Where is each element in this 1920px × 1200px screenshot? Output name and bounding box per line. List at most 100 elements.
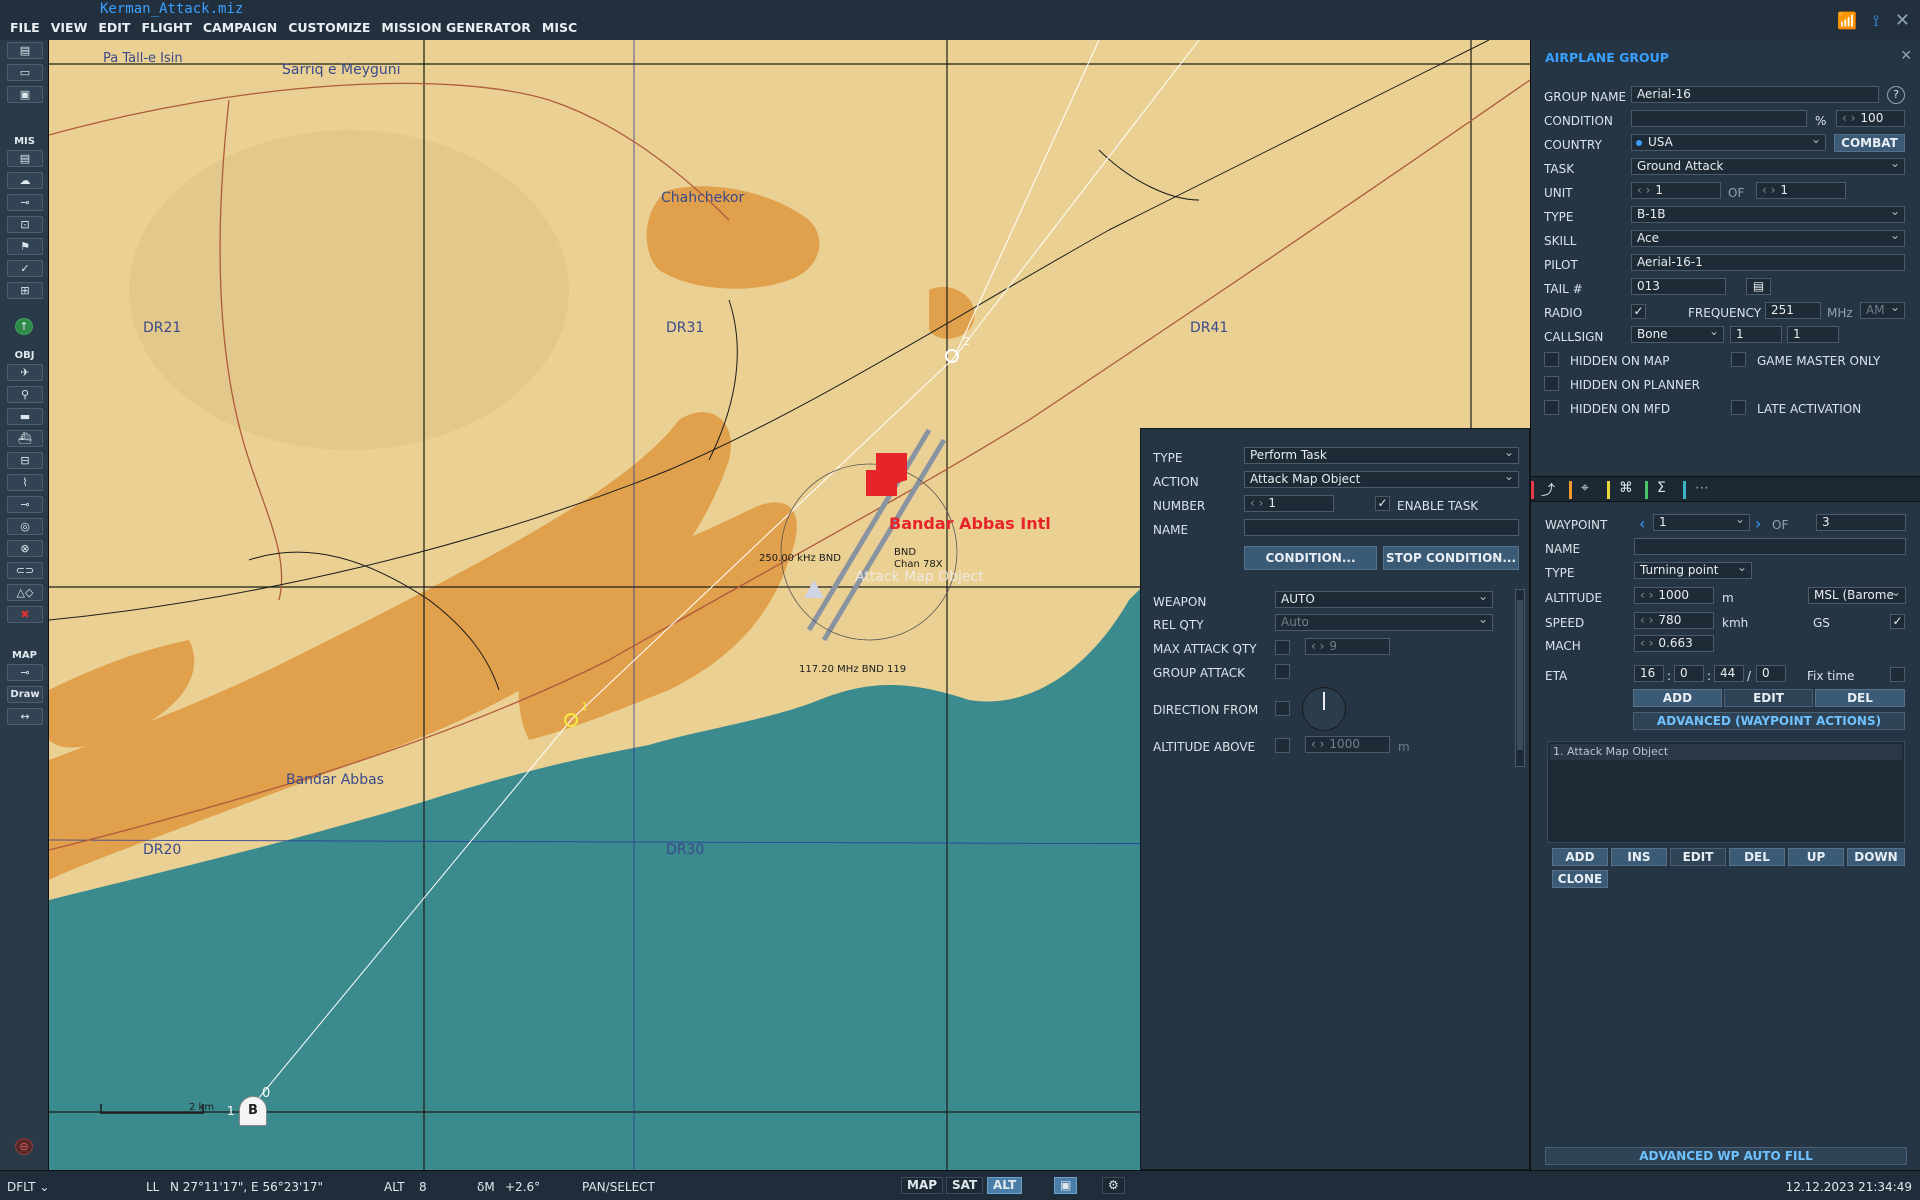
mach-spinner[interactable]: 0.663 bbox=[1634, 635, 1714, 652]
eta-days[interactable]: 0 bbox=[1756, 665, 1786, 682]
callsign-number-2[interactable]: 1 bbox=[1787, 326, 1839, 343]
menu-file[interactable]: FILE bbox=[10, 20, 40, 35]
ship-icon[interactable]: ⛴ bbox=[7, 430, 43, 447]
late-activation-checkbox[interactable] bbox=[1731, 400, 1746, 415]
fortification-icon[interactable]: ⌇ bbox=[7, 474, 43, 491]
task-name-input[interactable] bbox=[1244, 519, 1519, 536]
game-master-only-checkbox[interactable] bbox=[1731, 352, 1746, 367]
delete-icon[interactable]: ✖ bbox=[7, 606, 43, 623]
direction-from-checkbox[interactable] bbox=[1275, 701, 1290, 716]
weapon-select[interactable]: AUTO bbox=[1275, 591, 1493, 608]
settings-icon[interactable]: ⚙ bbox=[1102, 1177, 1125, 1194]
hidden-on-planner-checkbox[interactable] bbox=[1544, 376, 1559, 391]
wp-type-select[interactable]: Turning point bbox=[1634, 562, 1752, 579]
options-icon[interactable]: ⊡ bbox=[7, 216, 43, 233]
country-select[interactable]: USA bbox=[1631, 134, 1826, 151]
wp-name-input[interactable] bbox=[1634, 538, 1906, 555]
eta-minutes[interactable]: 0 bbox=[1674, 665, 1704, 682]
task-action-select[interactable]: Attack Map Object bbox=[1244, 471, 1519, 488]
wp-add-button[interactable]: ADD bbox=[1633, 689, 1722, 707]
ruler-icon[interactable]: ⊸ bbox=[7, 664, 43, 681]
tail-input[interactable]: 013 bbox=[1631, 278, 1726, 295]
up-arrow-icon[interactable]: ↑ bbox=[15, 318, 33, 335]
modulation-select[interactable]: AM bbox=[1860, 302, 1905, 319]
waypoint-select[interactable]: 1 bbox=[1653, 514, 1750, 531]
zone-icon[interactable]: ◎ bbox=[7, 518, 43, 535]
menu-view[interactable]: VIEW bbox=[51, 20, 88, 35]
summary-tab-icon[interactable]: Σ bbox=[1657, 480, 1666, 496]
shapes-icon[interactable]: △◇ bbox=[7, 584, 43, 601]
close-panel-icon[interactable]: ✕ bbox=[1900, 48, 1912, 64]
max-attack-qty-checkbox[interactable] bbox=[1275, 640, 1290, 655]
altitude-above-spinner[interactable]: 1000 bbox=[1305, 736, 1390, 753]
close-app-icon[interactable]: ✕ bbox=[1895, 10, 1910, 31]
help-icon[interactable]: ? bbox=[1887, 86, 1905, 104]
hidden-on-mfd-checkbox[interactable] bbox=[1544, 400, 1559, 415]
fix-time-checkbox[interactable] bbox=[1890, 667, 1905, 682]
targets-tab-icon[interactable]: ⌖ bbox=[1581, 480, 1589, 496]
task-scrollbar[interactable] bbox=[1515, 589, 1525, 767]
callsign-select[interactable]: Bone bbox=[1631, 326, 1724, 343]
wp-altitude-spinner[interactable]: 1000 bbox=[1634, 587, 1714, 604]
enable-task-checkbox[interactable]: ✓ bbox=[1375, 496, 1390, 511]
payload-tab-icon[interactable]: ⌘ bbox=[1619, 480, 1633, 496]
menu-misc[interactable]: MISC bbox=[542, 20, 577, 35]
action-clone-button[interactable]: CLONE bbox=[1552, 870, 1608, 888]
condition-pct-spinner[interactable]: 100 bbox=[1836, 110, 1905, 127]
menu-customize[interactable]: CUSTOMIZE bbox=[288, 20, 370, 35]
menu-edit[interactable]: EDIT bbox=[98, 20, 130, 35]
combat-button[interactable]: COMBAT bbox=[1834, 134, 1905, 152]
link-icon[interactable]: ⊸ bbox=[7, 496, 43, 513]
wp-altitude-type-select[interactable]: MSL (Barome bbox=[1808, 587, 1906, 604]
briefing-icon[interactable]: ▤ bbox=[7, 150, 43, 167]
layers-icon[interactable]: ▣ bbox=[1054, 1177, 1078, 1194]
menu-mission-generator[interactable]: MISSION GENERATOR bbox=[381, 20, 531, 35]
skill-select[interactable]: Ace bbox=[1631, 230, 1905, 247]
flags-icon[interactable]: ⚑ bbox=[7, 238, 43, 255]
max-attack-qty-spinner[interactable]: 9 bbox=[1305, 638, 1390, 655]
helicopter-icon[interactable]: ⚲ bbox=[7, 386, 43, 403]
wp-edit-button[interactable]: EDIT bbox=[1724, 689, 1813, 707]
advanced-waypoint-actions-button[interactable]: ADVANCED (WAYPOINT ACTIONS) bbox=[1633, 712, 1905, 730]
livery-icon[interactable]: ▤ bbox=[1746, 278, 1771, 295]
save-mission-icon[interactable]: ▣ bbox=[7, 86, 43, 103]
wp-speed-spinner[interactable]: 780 bbox=[1634, 612, 1714, 629]
draw-button[interactable]: Draw bbox=[7, 686, 43, 703]
direction-dial[interactable] bbox=[1302, 687, 1346, 731]
action-ins-button[interactable]: INS bbox=[1611, 848, 1667, 866]
sat-view-button[interactable]: SAT bbox=[946, 1177, 984, 1194]
radio-checkbox[interactable]: ✓ bbox=[1631, 304, 1646, 319]
group-name-input[interactable]: Aerial-16 bbox=[1631, 86, 1879, 103]
condition-button[interactable]: CONDITION... bbox=[1244, 546, 1377, 570]
unit-spinner[interactable]: 1 bbox=[1631, 182, 1721, 199]
wifi-icon[interactable]: 📶 bbox=[1837, 11, 1857, 30]
static-object-icon[interactable]: ⊟ bbox=[7, 452, 43, 469]
gs-checkbox[interactable]: ✓ bbox=[1890, 614, 1905, 629]
action-add-button[interactable]: ADD bbox=[1552, 848, 1608, 866]
eta-seconds[interactable]: 44 bbox=[1714, 665, 1744, 682]
alt-view-button[interactable]: ALT bbox=[987, 1177, 1023, 1194]
more-tab-icon[interactable]: ⋯ bbox=[1695, 480, 1709, 496]
unit-total-spinner[interactable]: 1 bbox=[1756, 182, 1846, 199]
eta-hours[interactable]: 16 bbox=[1634, 665, 1664, 682]
hidden-on-map-checkbox[interactable] bbox=[1544, 352, 1559, 367]
task-number-spinner[interactable]: 1 bbox=[1244, 495, 1334, 512]
template-icon[interactable]: ⊂⊃ bbox=[7, 562, 43, 579]
exit-icon[interactable]: ⊝ bbox=[15, 1138, 33, 1155]
advanced-wp-auto-fill-button[interactable]: ADVANCED WP AUTO FILL bbox=[1545, 1147, 1907, 1165]
menu-flight[interactable]: FLIGHT bbox=[141, 20, 191, 35]
frequency-input[interactable]: 251 bbox=[1765, 302, 1821, 319]
callsign-number-1[interactable]: 1 bbox=[1730, 326, 1782, 343]
measure-icon[interactable]: ↔ bbox=[7, 708, 43, 725]
check-icon[interactable]: ✓ bbox=[7, 260, 43, 277]
action-edit-button[interactable]: EDIT bbox=[1670, 848, 1726, 866]
target-icon[interactable] bbox=[804, 580, 824, 598]
ground-unit-icon[interactable]: ▬ bbox=[7, 408, 43, 425]
action-del-button[interactable]: DEL bbox=[1729, 848, 1785, 866]
wp-del-button[interactable]: DEL bbox=[1815, 689, 1905, 707]
prev-waypoint-icon[interactable]: ‹ bbox=[1639, 514, 1645, 533]
antenna-icon[interactable]: ⟟ bbox=[1873, 11, 1879, 31]
new-mission-icon[interactable]: ▤ bbox=[7, 42, 43, 59]
route-tab-icon[interactable]: ⤴ bbox=[1541, 480, 1555, 500]
target-icon[interactable]: ⊗ bbox=[7, 540, 43, 557]
